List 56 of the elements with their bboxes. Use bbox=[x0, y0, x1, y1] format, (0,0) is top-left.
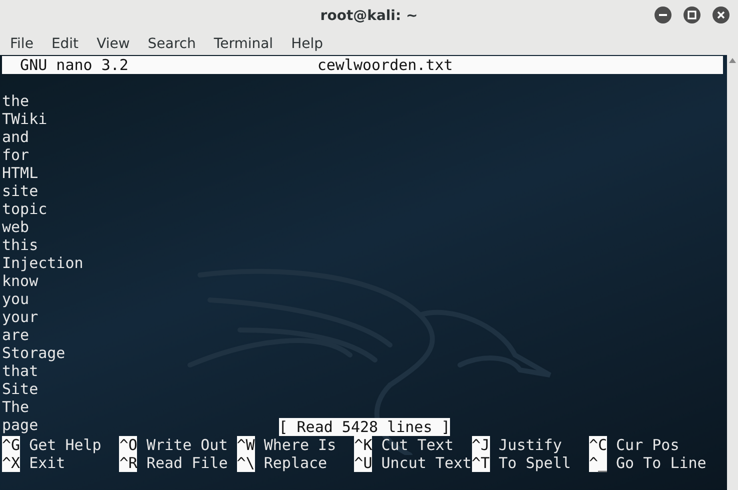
text-line: Injection bbox=[2, 254, 84, 272]
text-line: know bbox=[2, 272, 38, 290]
text-line: are bbox=[2, 326, 30, 344]
shortcut-label: Get Help bbox=[28, 436, 102, 454]
shortcut-key: ^X bbox=[2, 454, 20, 472]
text-line: HTML bbox=[2, 164, 38, 182]
shortcut-key: ^C bbox=[588, 436, 608, 454]
text-line: page bbox=[2, 416, 38, 434]
shortcut-key: ^O bbox=[119, 436, 138, 454]
shortcut-key: ^T bbox=[472, 454, 490, 472]
shortcut-label: Where Is bbox=[262, 436, 336, 454]
file-name: cewlwoorden.txt bbox=[317, 56, 453, 74]
shortcut-key: ^J bbox=[472, 436, 490, 454]
shortcut-key: ^W bbox=[236, 436, 255, 454]
text-line: and bbox=[2, 128, 30, 146]
menu-item[interactable]: Terminal bbox=[204, 36, 282, 52]
text-line: web bbox=[2, 218, 30, 236]
text-line: site bbox=[2, 182, 38, 200]
maximize-icon[interactable] bbox=[683, 6, 701, 24]
nano-version: GNU nano 3.2 bbox=[19, 56, 130, 74]
close-icon[interactable] bbox=[712, 6, 730, 24]
menu-item[interactable]: Search bbox=[138, 36, 205, 52]
shortcut-key: ^\ bbox=[236, 454, 255, 472]
shortcut-key: ^_ bbox=[588, 454, 608, 472]
text-line: this bbox=[2, 236, 38, 254]
text-line: Storage bbox=[2, 344, 66, 362]
shortcut-label: Cur Pos bbox=[615, 436, 680, 454]
text-line: TWiki bbox=[2, 110, 48, 128]
text-line: The bbox=[2, 398, 30, 416]
shortcut-label: Read File bbox=[145, 454, 228, 472]
text-line: the bbox=[2, 92, 30, 110]
status-message: [ Read 5428 lines ] bbox=[278, 418, 450, 436]
shortcut-label: To Spell bbox=[498, 454, 571, 472]
shortcut-key: ^U bbox=[354, 454, 372, 472]
text-line: for bbox=[2, 146, 30, 164]
shortcut-label: Uncut Text bbox=[380, 454, 472, 472]
shortcut-label: Justify bbox=[498, 436, 562, 454]
text-line: Site bbox=[2, 380, 38, 398]
menu-item[interactable]: Help bbox=[282, 36, 332, 52]
shortcut-key: ^G bbox=[2, 436, 20, 454]
scroll-up-icon[interactable] bbox=[729, 58, 736, 63]
shortcut-label: Cut Text bbox=[380, 436, 454, 454]
shortcut-label: Go To Line bbox=[615, 454, 706, 472]
minimize-icon[interactable] bbox=[654, 6, 672, 24]
shortcut-label: Exit bbox=[28, 454, 66, 472]
text-line: you bbox=[2, 290, 30, 308]
text-line: that bbox=[2, 362, 38, 380]
shortcut-label: Write Out bbox=[145, 436, 228, 454]
window-title: root@kali: ~ bbox=[320, 8, 418, 24]
menu-item[interactable]: View bbox=[88, 36, 139, 52]
menu-item[interactable]: File bbox=[1, 36, 42, 52]
menu-item[interactable]: Edit bbox=[42, 36, 88, 52]
text-line: your bbox=[2, 308, 38, 326]
shortcut-key: ^K bbox=[354, 436, 372, 454]
shortcut-label: Replace bbox=[262, 454, 328, 472]
text-line: topic bbox=[2, 200, 48, 218]
